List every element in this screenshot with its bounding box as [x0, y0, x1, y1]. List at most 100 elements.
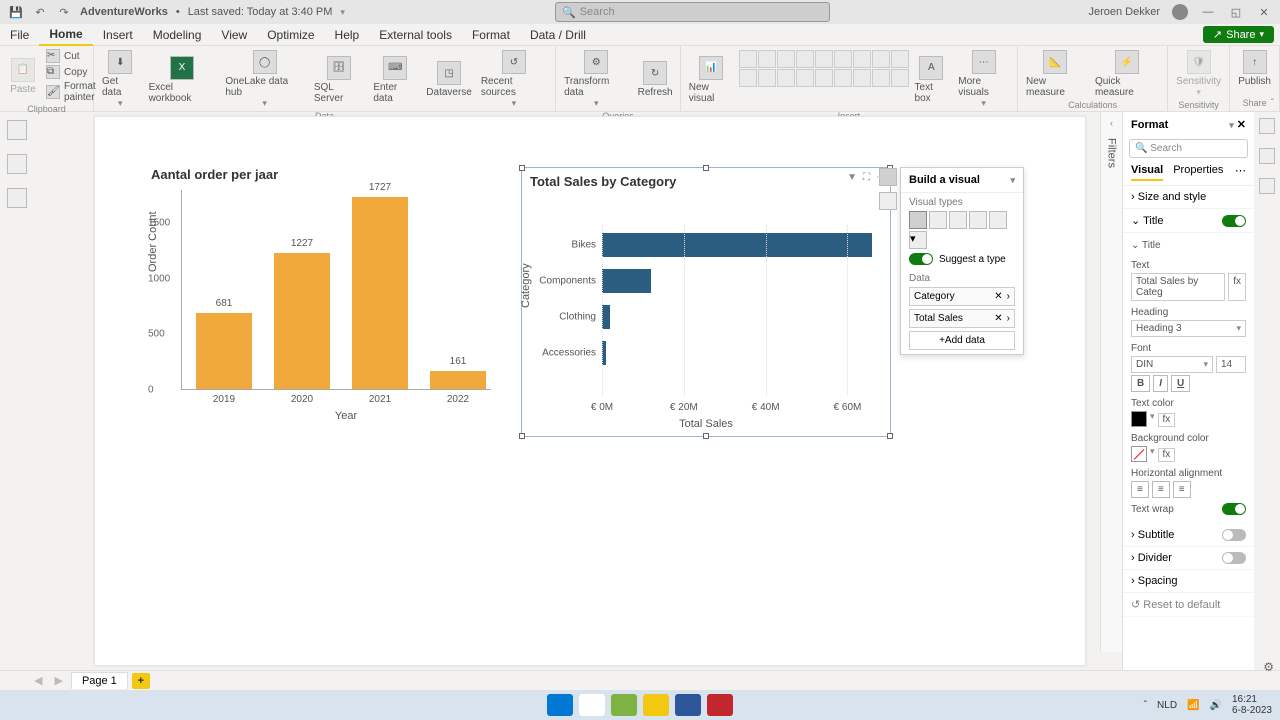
- wrap-toggle[interactable]: [1222, 503, 1246, 515]
- tab-optimize[interactable]: Optimize: [257, 25, 324, 45]
- restore-icon[interactable]: ◱: [1228, 4, 1244, 20]
- fx-icon[interactable]: fx: [1158, 413, 1176, 427]
- chart-orders-per-year[interactable]: Aantal order per jaar Order Count 050010…: [151, 167, 511, 417]
- subtitle-section[interactable]: › Subtitle: [1123, 524, 1254, 547]
- type-column-stacked[interactable]: [969, 211, 987, 229]
- close-icon[interactable]: ✕: [1256, 4, 1272, 20]
- visual-cell[interactable]: [739, 69, 757, 87]
- close-pane-icon[interactable]: ✕: [1237, 119, 1246, 131]
- tray-chevron-icon[interactable]: ˆ: [1144, 700, 1147, 711]
- clock-date[interactable]: 6-8-2023: [1232, 705, 1272, 716]
- visualizations-icon[interactable]: [1259, 148, 1275, 164]
- transform-button[interactable]: ⚙Transform data▾: [560, 48, 632, 111]
- tab-visual-props[interactable]: Visual: [1131, 164, 1163, 181]
- visual-cell[interactable]: [796, 50, 814, 68]
- visual-cell[interactable]: [758, 69, 776, 87]
- new-measure-button[interactable]: 📐New measure: [1022, 48, 1089, 100]
- refresh-button[interactable]: ↻Refresh: [634, 48, 675, 111]
- clock-time[interactable]: 16:21: [1232, 694, 1257, 705]
- tab-file[interactable]: File: [0, 25, 39, 45]
- get-data-button[interactable]: ⬇Get data▾: [98, 48, 143, 111]
- visual-cell[interactable]: [872, 50, 890, 68]
- type-bar-stacked[interactable]: [929, 211, 947, 229]
- suggest-toggle[interactable]: [909, 253, 933, 265]
- taskbar-app[interactable]: [611, 694, 637, 716]
- format-visual-icon[interactable]: [879, 192, 897, 210]
- tab-help[interactable]: Help: [325, 25, 370, 45]
- font-select[interactable]: DIN ▾: [1131, 356, 1213, 373]
- title-text-input[interactable]: Total Sales by Categ: [1131, 273, 1225, 301]
- tab-properties[interactable]: Properties: [1173, 164, 1223, 181]
- copy-button[interactable]: ⧉Copy: [42, 64, 100, 80]
- paste-button[interactable]: 📋Paste: [4, 48, 42, 104]
- add-icon[interactable]: [1259, 178, 1275, 194]
- visual-cell[interactable]: [777, 50, 795, 68]
- redo-icon[interactable]: ↷: [56, 4, 72, 20]
- visual-cell[interactable]: [853, 69, 871, 87]
- remove-icon[interactable]: ✕: [994, 313, 1002, 324]
- visual-cell[interactable]: [853, 50, 871, 68]
- taskbar-app[interactable]: [643, 694, 669, 716]
- page-tab-1[interactable]: Page 1: [71, 672, 128, 689]
- visual-cell[interactable]: [758, 50, 776, 68]
- fx-icon[interactable]: fx: [1228, 273, 1246, 301]
- filter-icon[interactable]: ▼: [847, 172, 857, 183]
- visual-cell[interactable]: [796, 69, 814, 87]
- divider-toggle[interactable]: [1222, 552, 1246, 564]
- type-table[interactable]: [989, 211, 1007, 229]
- add-data-button[interactable]: +Add data: [909, 331, 1015, 350]
- chart-total-sales-category[interactable]: Total Sales by Category ▼ ⛶ ⋯ Category B…: [521, 167, 891, 437]
- title-inner-section[interactable]: ⌄ Title: [1131, 237, 1246, 254]
- title-section[interactable]: ⌄ Title: [1123, 209, 1254, 233]
- undo-icon[interactable]: ↶: [32, 4, 48, 20]
- cut-button[interactable]: ✂Cut: [42, 48, 100, 64]
- visual-cell[interactable]: [815, 50, 833, 68]
- align-left-button[interactable]: ≡: [1131, 481, 1149, 498]
- start-button[interactable]: [547, 694, 573, 716]
- tab-external-tools[interactable]: External tools: [369, 25, 462, 45]
- visual-cell[interactable]: [872, 69, 890, 87]
- global-search[interactable]: 🔍 Search: [555, 2, 830, 22]
- save-icon[interactable]: 💾: [8, 4, 24, 20]
- align-right-button[interactable]: ≡: [1173, 481, 1191, 498]
- tab-modeling[interactable]: Modeling: [143, 25, 212, 45]
- visual-cell[interactable]: [891, 50, 909, 68]
- visual-cell[interactable]: [834, 50, 852, 68]
- chevron-down-icon[interactable]: ▾: [1010, 175, 1015, 186]
- chevron-right-icon[interactable]: ›: [1007, 313, 1010, 324]
- share-button[interactable]: ↗Share▾: [1203, 26, 1274, 43]
- tab-home[interactable]: Home: [39, 24, 92, 46]
- type-bar-horizontal[interactable]: [909, 211, 927, 229]
- font-size-input[interactable]: 14: [1216, 356, 1246, 373]
- text-color-swatch[interactable]: [1131, 411, 1147, 427]
- model-view-button[interactable]: [7, 188, 27, 208]
- focus-icon[interactable]: ⛶: [863, 172, 870, 183]
- settings-icon[interactable]: ⚙: [1263, 660, 1274, 674]
- filters-pane-collapsed[interactable]: ‹ Filters: [1100, 112, 1122, 652]
- size-style-section[interactable]: › Size and style: [1123, 186, 1254, 209]
- visual-cell[interactable]: [739, 50, 757, 68]
- report-view-button[interactable]: [7, 120, 27, 140]
- chevron-down-icon[interactable]: ▾: [1229, 120, 1234, 130]
- quick-measure-button[interactable]: ⚡Quick measure: [1091, 48, 1163, 100]
- prev-page-button[interactable]: ◀: [30, 674, 46, 687]
- remove-icon[interactable]: ✕: [994, 291, 1002, 302]
- sql-button[interactable]: 🗄SQL Server: [310, 48, 367, 111]
- sensitivity-button[interactable]: 🛡Sensitivity▾: [1172, 48, 1225, 100]
- divider-section[interactable]: › Divider: [1123, 547, 1254, 570]
- taskbar-app[interactable]: [707, 694, 733, 716]
- tab-insert[interactable]: Insert: [93, 25, 143, 45]
- tab-data-drill[interactable]: Data / Drill: [520, 25, 596, 45]
- visual-cell[interactable]: [815, 69, 833, 87]
- avatar[interactable]: [1172, 4, 1188, 20]
- underline-button[interactable]: U: [1171, 375, 1190, 392]
- bold-button[interactable]: B: [1131, 375, 1150, 392]
- format-painter-button[interactable]: 🖌Format painter: [42, 80, 100, 104]
- subtitle-toggle[interactable]: [1222, 529, 1246, 541]
- type-more[interactable]: ▾: [909, 231, 927, 249]
- spacing-section[interactable]: › Spacing: [1123, 570, 1254, 593]
- recent-sources-button[interactable]: ↺Recent sources▾: [477, 48, 551, 111]
- enter-data-button[interactable]: ⌨Enter data: [369, 48, 421, 111]
- taskbar-app[interactable]: [675, 694, 701, 716]
- visual-cell[interactable]: [891, 69, 909, 87]
